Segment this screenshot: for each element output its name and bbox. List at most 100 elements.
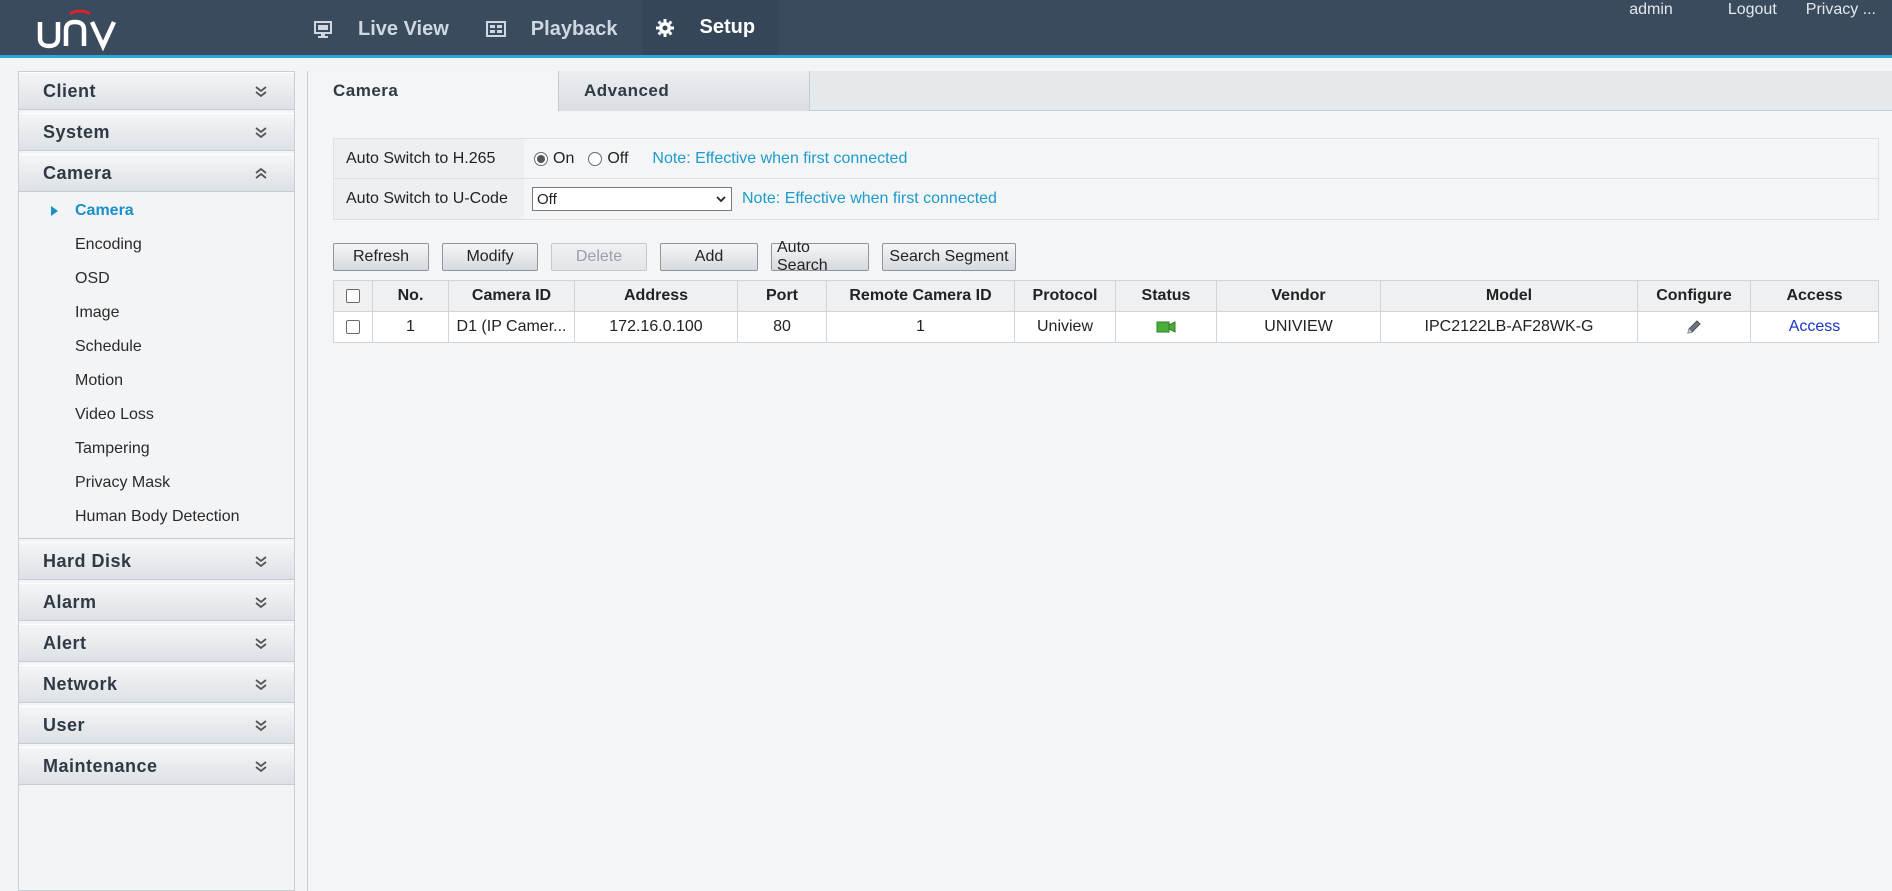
cell-camera-id: D1 (IP Camer... [448,311,575,343]
cell-model: IPC2122LB-AF28WK-G [1380,311,1638,343]
privacy-link[interactable]: Privacy ... [1791,0,1892,24]
ucode-select-value: Off [537,190,557,208]
user-name: admin [1629,1,1673,18]
col-remote-camera-id: Remote Camera ID [826,280,1015,312]
tab-advanced[interactable]: Advanced [559,71,810,111]
sidebar-item-video-loss[interactable]: Video Loss [19,398,294,432]
h265-on-radio[interactable]: On [534,150,574,168]
sidebar-item-encoding[interactable]: Encoding [19,228,294,262]
col-status: Status [1115,280,1217,312]
col-vendor: Vendor [1216,280,1381,312]
camera-table: No. Camera ID Address Port Remote Camera… [333,280,1879,343]
sidebar-item-human-body-detection[interactable]: Human Body Detection [19,500,294,534]
col-address: Address [574,280,738,312]
auto-search-button[interactable]: Auto Search [771,239,869,274]
film-icon [485,18,507,40]
row-select-cell [333,311,373,343]
select-all-checkbox[interactable] [346,288,360,303]
radio-unchecked-icon [588,151,603,166]
chevron-down-icon [255,127,267,139]
col-access: Access [1750,280,1879,312]
sidebar-group-label: System [43,121,111,142]
sidebar-item-osd[interactable]: OSD [19,262,294,296]
table-header-row: No. Camera ID Address Port Remote Camera… [333,280,1879,312]
sidebar-group-system[interactable]: System [19,113,294,151]
col-no: No. [372,280,449,312]
camera-online-icon [1156,320,1176,333]
sidebar-group-camera[interactable]: Camera [19,154,294,192]
access-link[interactable]: Access [1789,318,1841,335]
col-protocol: Protocol [1014,280,1116,312]
chevron-down-icon [255,638,267,650]
monitor-icon [312,18,334,40]
sidebar: Client System Camera Camera Encoding OSD… [18,71,295,891]
sidebar-item-camera[interactable]: Camera [19,194,294,228]
ucode-note: Note: Effective when first connected [742,190,997,207]
camera-submenu: Camera Encoding OSD Image Schedule Motio… [19,192,294,539]
cell-remote-id: 1 [826,311,1015,343]
delete-button[interactable]: Delete [551,243,647,271]
sidebar-group-label: Client [43,80,97,101]
chevron-down-icon [716,196,726,203]
sidebar-group-network[interactable]: Network [19,665,294,703]
sidebar-item-motion[interactable]: Motion [19,364,294,398]
nav-playback[interactable]: Playback [473,0,642,58]
sidebar-group-alarm[interactable]: Alarm [19,583,294,621]
sidebar-group-label: User [43,714,86,735]
nav-playback-label: Playback [530,17,618,40]
nav-setup-label: Setup [699,16,756,38]
radio-checked-icon [534,151,548,166]
sidebar-item-privacy-mask[interactable]: Privacy Mask [19,466,294,500]
sidebar-item-schedule[interactable]: Schedule [19,330,294,364]
gear-icon [654,17,676,39]
h265-label: Auto Switch to H.265 [334,139,524,178]
sidebar-group-label: Alarm [43,591,97,612]
sidebar-item-tampering[interactable]: Tampering [19,432,294,466]
settings-panel: Auto Switch to H.265 On Off Note: Effect… [333,138,1879,220]
h265-off-radio[interactable]: Off [588,150,628,168]
sidebar-group-alert[interactable]: Alert [19,624,294,662]
ucode-row: Auto Switch to U-Code Off Note: Effectiv… [334,179,1878,219]
logout-link[interactable]: Logout [1713,0,1791,24]
chevron-up-icon [255,167,267,179]
sidebar-group-label: Camera [43,162,113,183]
main-panel: Camera Advanced Auto Switch to H.265 On … [307,71,1892,891]
top-links: admin Logout Privacy ... [1614,0,1892,24]
refresh-button[interactable]: Refresh [333,243,429,271]
row-checkbox[interactable] [346,319,360,334]
table-row: 1 D1 (IP Camer... 172.16.0.100 80 1 Univ… [333,311,1879,343]
chevron-down-icon [255,679,267,691]
sidebar-group-label: Network [43,673,118,694]
col-model: Model [1380,280,1638,312]
sidebar-group-maintenance[interactable]: Maintenance [19,747,294,785]
cell-address: 172.16.0.100 [574,311,738,343]
col-configure: Configure [1637,280,1751,312]
nav-live-view-label: Live View [358,17,449,40]
ucode-select[interactable]: Off [532,187,732,211]
sidebar-group-hard-disk[interactable]: Hard Disk [19,542,294,580]
cell-no: 1 [372,311,449,343]
cell-status [1115,311,1217,343]
chevron-down-icon [255,556,267,568]
modify-button[interactable]: Modify [442,243,538,271]
cell-configure [1637,311,1751,343]
h265-radio-group: On Off [534,150,642,168]
tab-camera[interactable]: Camera [308,71,559,112]
nav-live-view[interactable]: Live View [300,0,473,58]
add-button[interactable]: Add [660,243,758,271]
sidebar-group-client[interactable]: Client [19,72,294,110]
col-port: Port [737,280,827,312]
sidebar-group-user[interactable]: User [19,706,294,744]
chevron-down-icon [255,720,267,732]
cell-port: 80 [737,311,827,343]
h265-on-label: On [553,149,575,167]
ucode-label: Auto Switch to U-Code [334,179,524,219]
chevron-down-icon [255,86,267,98]
nav-setup[interactable]: Setup [641,0,780,58]
col-camera-id: Camera ID [448,280,575,312]
search-segment-button[interactable]: Search Segment [882,243,1016,271]
chevron-down-icon [255,597,267,609]
pencil-icon[interactable] [1685,318,1703,336]
sidebar-item-image[interactable]: Image [19,296,294,330]
cell-access: Access [1750,311,1879,343]
